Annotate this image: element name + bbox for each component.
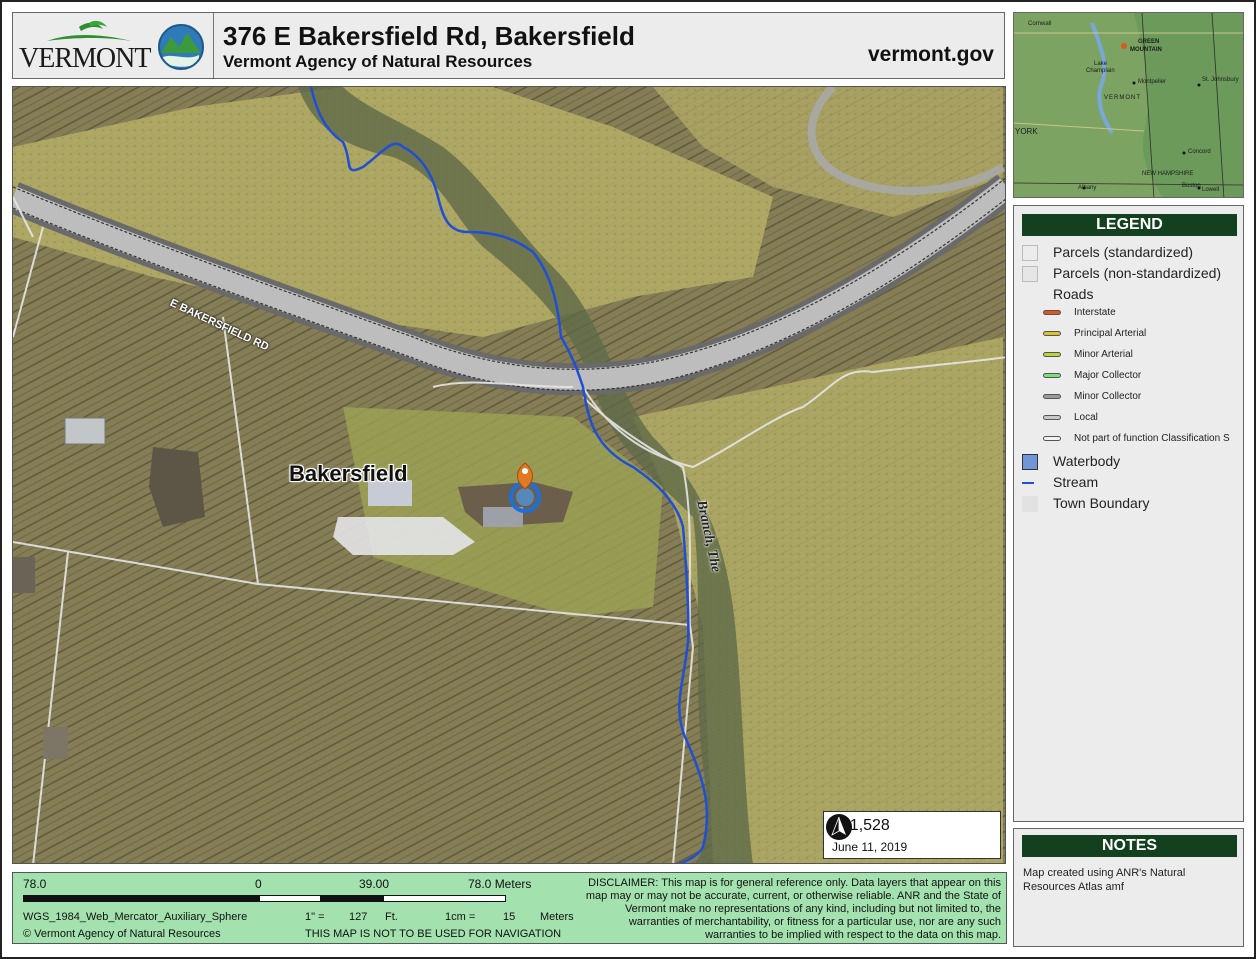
legend-label: Parcels (non-standardized) <box>1053 265 1222 281</box>
stream-swatch <box>1022 482 1034 484</box>
legend-label: Town Boundary <box>1053 495 1150 511</box>
overview-label: Lake <box>1094 61 1108 67</box>
legend-label: Stream <box>1053 474 1099 490</box>
legend-label: Waterbody <box>1053 453 1121 469</box>
overview-label: Champlain <box>1086 68 1115 74</box>
legend-road-label: Minor Arterial <box>1074 349 1133 360</box>
legend-panel: LEGEND Parcels (standardized) Parcels (n… <box>1013 205 1244 822</box>
notes-text: Map created using ANR's Natural Resource… <box>1023 867 1186 893</box>
disclaimer-text: DISCLAIMER: This map is for general refe… <box>585 877 1001 941</box>
overview-label: Boston <box>1182 183 1201 189</box>
north-arrow-icon <box>826 814 852 840</box>
cm-label: 1cm = <box>445 911 476 923</box>
scalebar-mid-label: 39.00 <box>359 877 390 891</box>
map-title: 376 E Bakersfield Rd, Bakersfield <box>223 21 635 51</box>
road-swatch <box>1043 394 1061 399</box>
scale-bar-segment <box>321 895 383 902</box>
overview-label: Concord <box>1188 149 1211 155</box>
legend-road-label: Interstate <box>1074 307 1116 318</box>
map-header: VERMONT 376 E Bakersfield Rd, Bakersfiel… <box>12 12 1005 79</box>
overview-label: YORK <box>1015 127 1038 136</box>
pool <box>64 417 106 445</box>
overview-label: GREEN <box>1138 39 1160 45</box>
legend-label: Roads <box>1053 286 1094 302</box>
overview-label: NEW HAMPSHIRE <box>1142 171 1194 177</box>
scalebar-zero-label: 0 <box>255 877 262 891</box>
overview-label: Albany <box>1078 185 1097 191</box>
overview-label: Montpelier <box>1138 79 1167 85</box>
inch-value: 127 <box>349 911 368 923</box>
header-divider <box>213 13 214 78</box>
overview-label: MOUNTAIN <box>1130 47 1162 53</box>
parcel-swatch <box>1022 266 1038 282</box>
legend-road-label: Major Collector <box>1074 370 1142 381</box>
road-swatch <box>1043 373 1061 378</box>
overview-location-dot <box>1121 43 1127 49</box>
map-subtitle: Vermont Agency of Natural Resources <box>223 52 533 71</box>
navigation-warning: THIS MAP IS NOT TO BE USED FOR NAVIGATIO… <box>305 928 562 940</box>
overview-terrain <box>1014 13 1243 197</box>
anr-logo <box>158 24 204 70</box>
legend-road-label: Not part of function Classification S <box>1074 433 1230 444</box>
map-footer: 78.0 0 39.00 78.0 Meters WGS_1984_Web_Me… <box>12 872 1007 944</box>
legend-title: LEGEND <box>1022 214 1237 236</box>
scale-bar-segment <box>383 895 506 902</box>
scale-bar-segment <box>259 895 321 902</box>
notes-title: NOTES <box>1022 835 1237 857</box>
parcel-swatch <box>1022 245 1038 261</box>
inch-unit: Ft. <box>385 911 398 923</box>
overview-label: St. Johnsbury <box>1202 77 1239 83</box>
inch-label: 1" = <box>305 911 325 923</box>
legend-road-label: Local <box>1074 412 1098 423</box>
projection-text: WGS_1984_Web_Mercator_Auxiliary_Sphere <box>23 911 248 923</box>
scale-bar-segment <box>23 895 259 902</box>
road-swatch <box>1043 436 1061 441</box>
scale-bar <box>23 895 506 902</box>
location-pin-icon[interactable] <box>507 459 547 519</box>
site-link[interactable]: vermont.gov <box>868 43 994 67</box>
scale-box: 1: 1,528 June 11, 2019 <box>823 811 1001 859</box>
building <box>43 727 68 759</box>
legend-label: Parcels (standardized) <box>1053 244 1194 260</box>
overview-label: VERMONT <box>1104 95 1141 101</box>
road-swatch <box>1043 331 1061 336</box>
road-swatch <box>1043 310 1061 315</box>
main-map[interactable]: E BAKERSFIELD RD Branch, The Bakersfield… <box>12 86 1006 864</box>
road-swatch <box>1043 352 1061 357</box>
place-label: Bakersfield <box>289 461 408 486</box>
road-swatch <box>1043 415 1061 420</box>
cm-value: 15 <box>503 911 516 923</box>
overview-label: Lowell <box>1202 187 1220 193</box>
copyright-text: © Vermont Agency of Natural Resources <box>23 928 221 940</box>
map-date: June 11, 2019 <box>832 840 908 854</box>
legend-road-label: Minor Collector <box>1074 391 1142 402</box>
legend-road-label: Principal Arterial <box>1074 328 1147 339</box>
vermont-logo-text: VERMONT <box>19 43 151 74</box>
scalebar-right-label: 78.0 Meters <box>468 877 532 891</box>
scalebar-left-label: 78.0 <box>23 877 47 891</box>
town-boundary-swatch <box>1022 496 1038 512</box>
notes-panel: NOTES Map created using ANR's Natural Re… <box>1013 828 1244 947</box>
overview-label: Cornwall <box>1028 21 1052 27</box>
cm-unit: Meters <box>540 911 574 923</box>
overview-map[interactable]: Cornwall GREEN MOUNTAIN Lake Champlain M… <box>1013 12 1244 198</box>
waterbody-swatch <box>1022 454 1038 470</box>
building <box>13 557 35 593</box>
